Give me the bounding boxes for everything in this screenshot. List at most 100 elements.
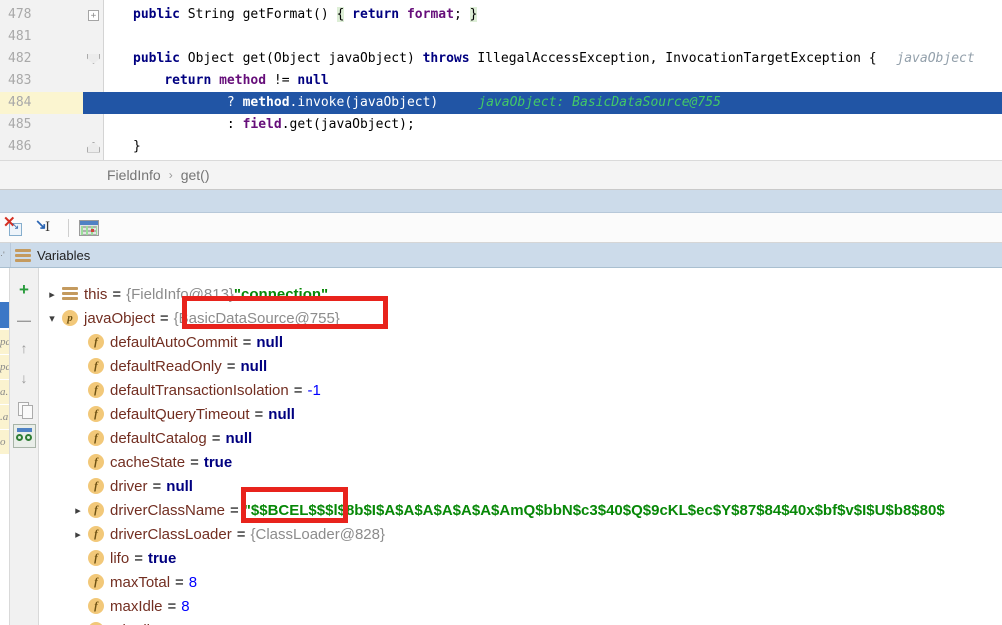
line-number[interactable]: 484 (0, 92, 83, 114)
chevron-down-icon[interactable]: ▾ (44, 312, 60, 325)
evaluate-expression-icon[interactable] (79, 217, 101, 239)
toolbar-separator (68, 218, 69, 237)
variable-value: null (268, 405, 295, 423)
variable-value: 0 (177, 622, 185, 625)
line-number[interactable]: 483 (0, 70, 83, 92)
field-icon: f (88, 406, 104, 422)
variable-row[interactable]: f defaultAutoCommit = null (40, 330, 1002, 354)
code-text: public Object get(Object javaObject) thr… (133, 51, 975, 66)
frame-row-clipped[interactable]: o (0, 430, 9, 454)
arrow-glyph: ↘ (11, 220, 20, 232)
line-number[interactable]: 481 (0, 26, 83, 48)
move-up-icon[interactable]: ↑ (10, 340, 38, 356)
field-icon: f (88, 358, 104, 374)
variable-row[interactable]: f defaultTransactionIsolation = -1 (40, 378, 1002, 402)
variable-row[interactable]: f defaultCatalog = null (40, 426, 1002, 450)
chevron-right-icon[interactable]: ▸ (70, 504, 86, 517)
code-text: } (133, 139, 141, 154)
variable-name: defaultCatalog (110, 429, 207, 447)
variable-row[interactable]: f lifo = true (40, 546, 1002, 570)
line-number[interactable]: 486 (0, 136, 83, 158)
field-icon: f (88, 502, 104, 518)
object-icon (62, 286, 78, 302)
field-icon: f (88, 550, 104, 566)
line-number[interactable]: 482 (0, 48, 83, 70)
frame-row-clipped[interactable]: pa (0, 330, 9, 354)
variable-name: defaultReadOnly (110, 357, 222, 375)
chevron-right-icon[interactable]: ▸ (44, 288, 60, 301)
frame-row-clipped[interactable]: a. (0, 380, 9, 404)
show-watches-icon[interactable] (13, 424, 36, 448)
field-icon: f (88, 526, 104, 542)
frames-panel-clipped[interactable]: pa pa a. .a o (0, 268, 10, 625)
code-line[interactable]: 485 : field.get(javaObject); (0, 114, 1002, 136)
equals-sign: = (226, 357, 236, 375)
equals-sign: = (175, 573, 184, 591)
debugger-inline-hint: javaObject (896, 51, 975, 66)
selected-frame-clipped[interactable] (0, 302, 9, 328)
variables-panel-header: ·' Variables (0, 243, 1002, 268)
remove-watch-icon[interactable]: — (10, 312, 38, 328)
fold-plus-icon[interactable]: + (83, 4, 104, 26)
breadcrumb-method[interactable]: get() (181, 167, 210, 183)
code-line[interactable]: 481 (0, 26, 1002, 48)
variable-row[interactable]: f cacheState = true (40, 450, 1002, 474)
equals-sign: = (152, 477, 162, 495)
annotation-box-basicdatasource (182, 296, 388, 329)
field-icon: f (88, 598, 104, 614)
fold-cell (83, 26, 104, 48)
variable-name: driverClassLoader (110, 525, 232, 543)
code-text: : field.get(javaObject); (133, 117, 415, 132)
variable-value: null (166, 477, 193, 495)
code-line[interactable]: 482 public Object get(Object javaObject) … (0, 48, 1002, 70)
add-watch-icon[interactable]: + (10, 280, 38, 300)
variable-value: null (240, 357, 268, 375)
move-down-icon[interactable]: ↓ (10, 370, 38, 386)
variable-value: true (147, 549, 177, 567)
quick-evaluate-icon[interactable]: ↘ I (35, 216, 57, 239)
field-icon: f (88, 574, 104, 590)
fold-cell (83, 92, 104, 114)
variable-name: this (84, 285, 108, 303)
variable-name: javaObject (84, 309, 155, 327)
breadcrumb-separator-icon: › (168, 168, 173, 182)
variable-row[interactable]: f maxIdle = 8 (40, 594, 1002, 618)
debugger-splitter-band[interactable] (0, 190, 1002, 213)
variable-value: {ClassLoader@828} (250, 525, 386, 543)
line-number[interactable]: 478 (0, 4, 83, 26)
variable-row[interactable]: ▸ f driverClassName = "$$BCEL$$$l$8b$I$A$A$A… (40, 498, 1002, 522)
variable-value: -1 (307, 381, 321, 399)
equals-sign: = (167, 597, 177, 615)
cancel-icon[interactable]: ✕ ↘ (3, 214, 26, 239)
code-line[interactable]: 478 + public String getFormat() { return f… (0, 4, 1002, 26)
equals-sign: = (230, 501, 239, 519)
variable-name: minIdle (110, 622, 158, 625)
field-icon: f (88, 334, 104, 350)
variables-panel-title: Variables (37, 247, 91, 263)
variable-value: true (203, 453, 233, 471)
code-line[interactable]: 483 return method != null (0, 70, 1002, 92)
chevron-right-icon[interactable]: ▸ (70, 528, 86, 541)
fold-end-icon[interactable] (83, 136, 104, 158)
code-editor[interactable]: 478 + public String getFormat() { return f… (0, 0, 1002, 160)
variable-row[interactable]: f defaultReadOnly = null (40, 354, 1002, 378)
variable-value: null (256, 333, 283, 351)
breadcrumb-class[interactable]: FieldInfo (107, 167, 161, 183)
clipped-edge-mark: ·' (0, 243, 11, 267)
variable-row[interactable]: f defaultQueryTimeout = null (40, 402, 1002, 426)
line-number[interactable]: 485 (0, 114, 83, 136)
variable-row[interactable]: ▸ f driverClassLoader = {ClassLoader@828} (40, 522, 1002, 546)
editor-lines: 478 + public String getFormat() { return f… (0, 4, 1002, 158)
execution-line[interactable]: 484 ? method.invoke(javaObject) javaObjec… (0, 92, 1002, 114)
variable-row[interactable]: f maxTotal = 8 (40, 570, 1002, 594)
variables-menu-icon[interactable] (15, 248, 31, 262)
equals-sign: = (211, 429, 221, 447)
fold-open-icon[interactable] (83, 48, 104, 70)
variable-row[interactable]: f driver = null (40, 474, 1002, 498)
frame-row-clipped[interactable]: pa (0, 355, 9, 379)
variable-row[interactable]: fminIdle=0 (40, 618, 1002, 625)
frame-row-clipped[interactable]: .a (0, 405, 9, 429)
variable-name: driverClassName (110, 501, 226, 519)
code-text: return method != null (164, 73, 329, 88)
code-line[interactable]: 486} (0, 136, 1002, 158)
